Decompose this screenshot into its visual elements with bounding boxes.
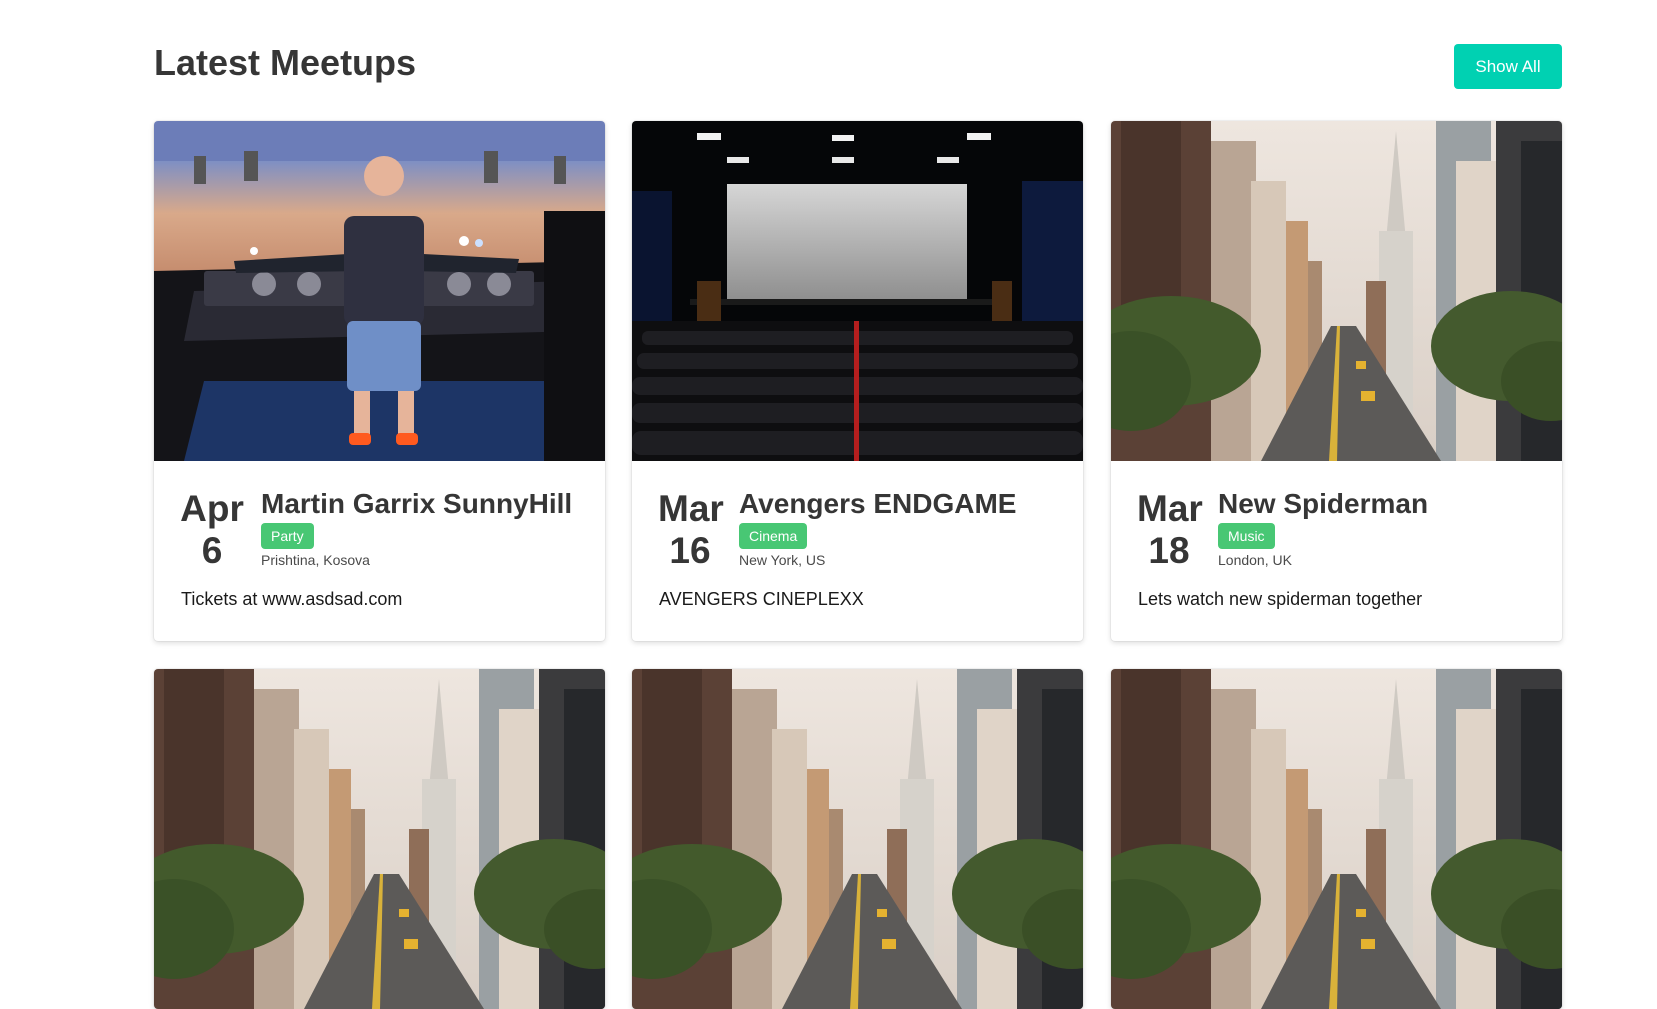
show-all-button[interactable]: Show All <box>1454 44 1562 89</box>
date-month: Mar <box>658 488 724 529</box>
meetup-info: Avengers ENDGAME Cinema New York, US <box>739 487 1016 568</box>
category-tag: Music <box>1218 523 1275 549</box>
meetup-description: Tickets at www.asdsad.com <box>181 589 403 609</box>
meetup-description: AVENGERS CINEPLEXX <box>659 589 864 609</box>
card-content: Mar 18 New Spiderman Music London, UK Le… <box>1111 461 1562 641</box>
category-tag: Party <box>261 523 314 549</box>
category-tag: Cinema <box>739 523 808 549</box>
meetup-info: Martin Garrix SunnyHill Party Prishtina,… <box>261 487 572 568</box>
date-day: 16 <box>669 530 711 571</box>
page-header: Latest Meetups Show All <box>154 40 1562 90</box>
meetup-location: Prishtina, Kosova <box>261 552 370 568</box>
meetup-card[interactable] <box>1111 669 1562 1009</box>
meetup-card[interactable]: Mar 16 Avengers ENDGAME Cinema New York,… <box>632 121 1083 641</box>
city-street-photo <box>154 669 605 1009</box>
meetup-date: Mar 18 <box>1137 488 1203 572</box>
city-street-photo <box>632 669 1083 1009</box>
meetup-info: New Spiderman Music London, UK <box>1218 487 1428 568</box>
meetup-card[interactable]: Mar 18 New Spiderman Music London, UK Le… <box>1111 121 1562 641</box>
date-day: 6 <box>201 530 223 571</box>
card-content: Mar 16 Avengers ENDGAME Cinema New York,… <box>632 461 1083 641</box>
meetup-card[interactable]: Apr 6 Martin Garrix SunnyHill Party Pris… <box>154 121 605 641</box>
date-month: Mar <box>1137 488 1203 529</box>
meetup-card[interactable] <box>632 669 1083 1009</box>
city-street-photo <box>1111 669 1562 1009</box>
cinema-hall-photo <box>632 121 1083 461</box>
meetup-date: Apr 6 <box>180 488 244 572</box>
meetup-title[interactable]: New Spiderman <box>1218 487 1428 521</box>
dj-concert-photo <box>154 121 605 461</box>
meetup-date: Mar 16 <box>658 488 724 572</box>
meetup-location: New York, US <box>739 552 826 568</box>
meetup-description: Lets watch new spiderman together <box>1138 589 1423 609</box>
meetup-card[interactable] <box>154 669 605 1009</box>
page-title: Latest Meetups <box>154 42 417 83</box>
card-content: Apr 6 Martin Garrix SunnyHill Party Pris… <box>154 461 605 641</box>
meetup-title[interactable]: Avengers ENDGAME <box>739 487 1016 521</box>
date-month: Apr <box>180 488 244 529</box>
meetup-title[interactable]: Martin Garrix SunnyHill <box>261 487 572 521</box>
date-day: 18 <box>1148 530 1190 571</box>
meetup-location: London, UK <box>1218 552 1292 568</box>
city-street-photo <box>1111 121 1562 461</box>
